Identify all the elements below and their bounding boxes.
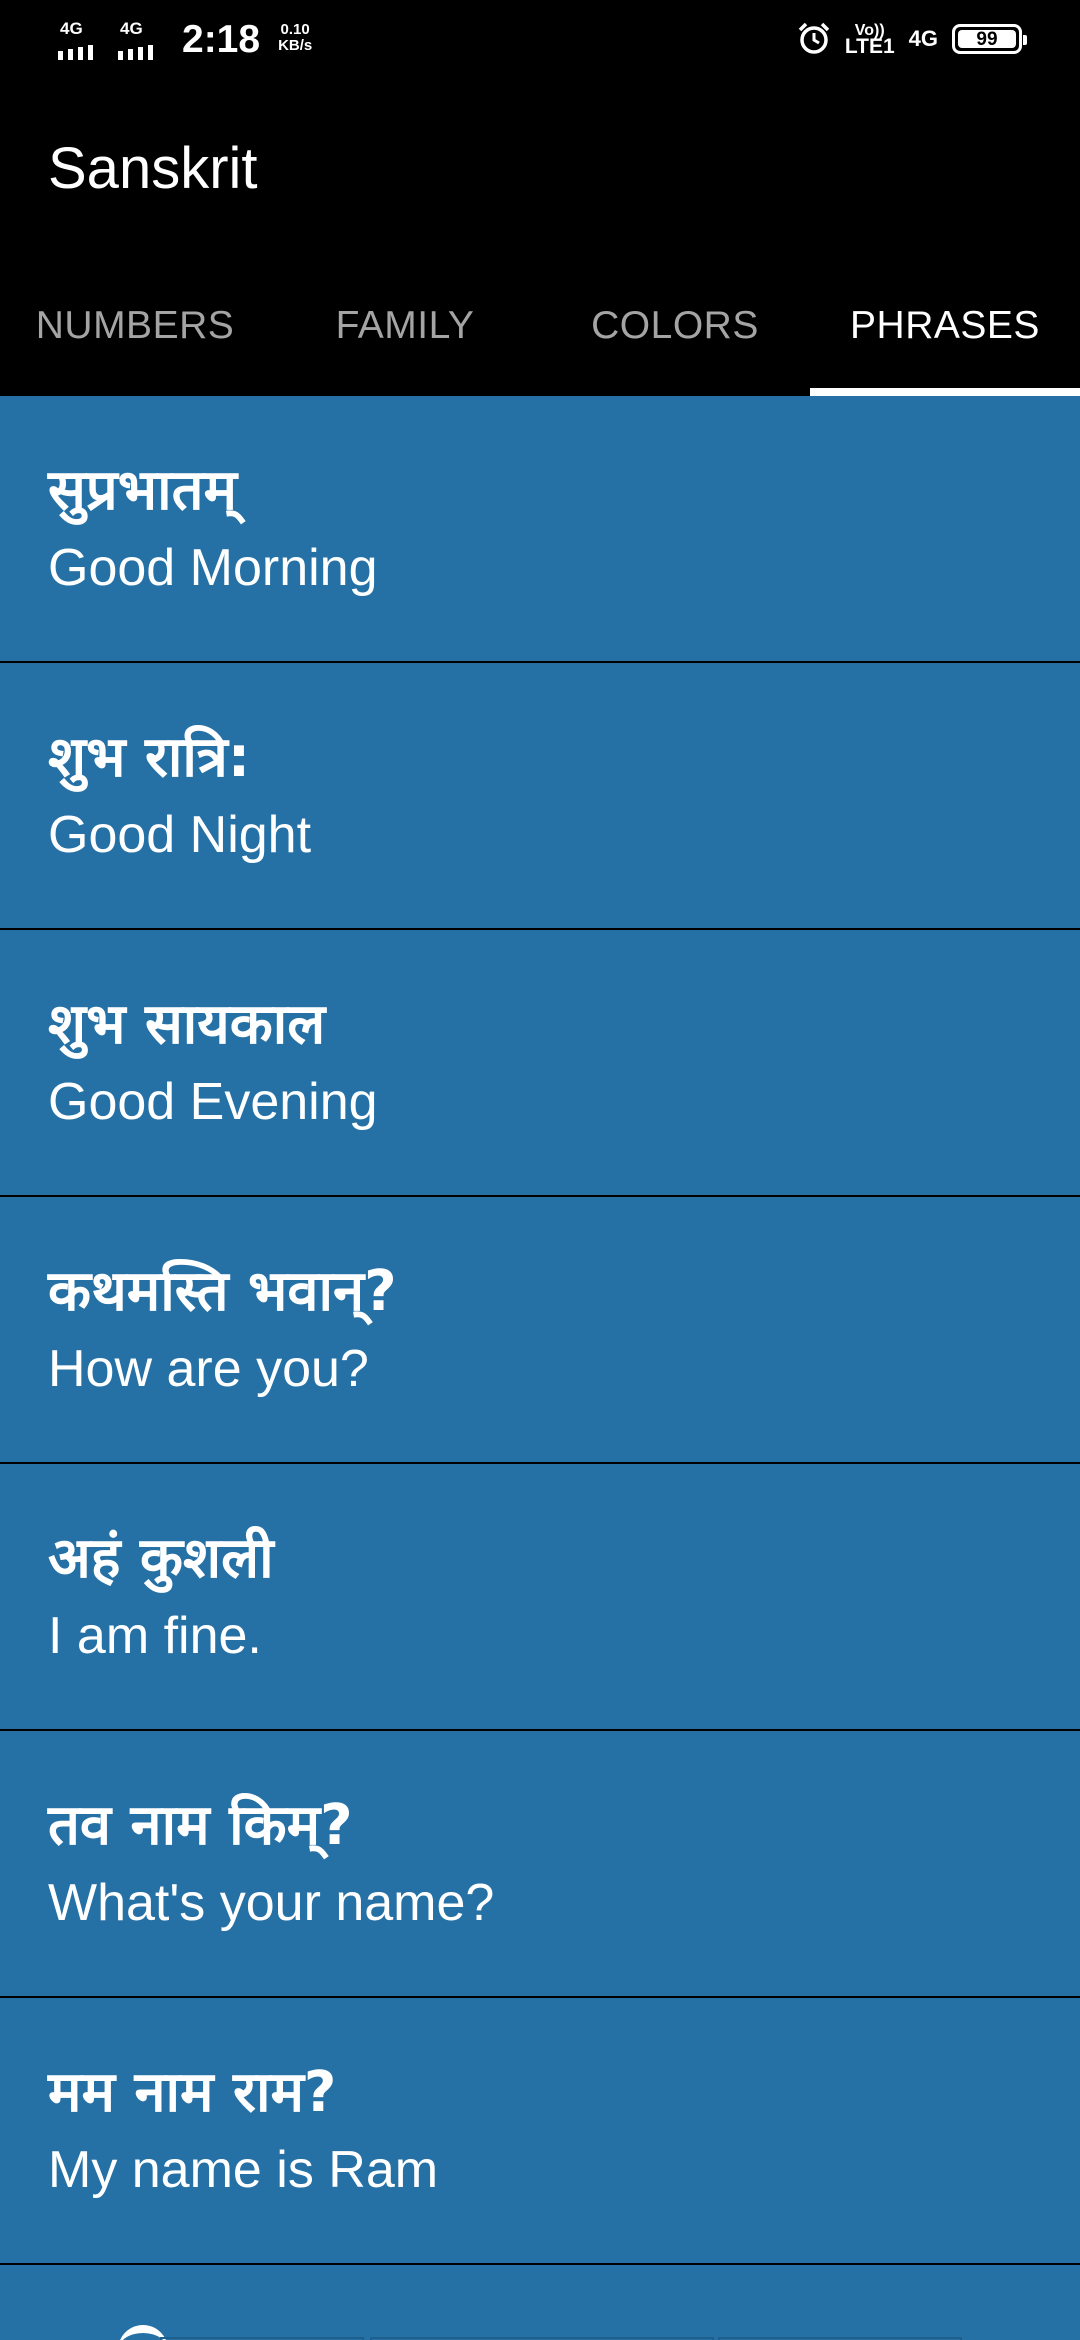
tab-colors[interactable]: COLORS <box>540 256 810 396</box>
sanskrit-text: सुप्रभातम् <box>48 458 237 523</box>
list-item[interactable]: शुभ सायकाल Good Evening <box>0 930 1080 1195</box>
english-text: Good Evening <box>48 1073 378 1131</box>
list-item[interactable]: शुभ रात्रि: Good Night <box>0 663 1080 928</box>
tab-label: NUMBERS <box>35 304 235 347</box>
list-item[interactable]: सुप्रभातम् Good Morning <box>0 396 1080 661</box>
volte-bottom-label: LTE1 <box>844 35 895 58</box>
battery-icon: 99 <box>952 24 1027 54</box>
english-text: Good Night <box>48 806 312 864</box>
status-bar-right: Vo)) LTE1 4G 99 <box>797 22 1027 58</box>
network-speed-unit: KB/s <box>278 37 313 54</box>
tab-phrases[interactable]: PHRASES <box>810 256 1080 396</box>
list-item[interactable]: मम नाम राम? My name is Ram <box>0 1998 1080 2263</box>
battery-level: 99 <box>976 28 998 50</box>
tab-numbers[interactable]: NUMBERS <box>0 256 270 396</box>
volte-indicator: Vo)) LTE1 <box>844 23 895 58</box>
status-time: 2:18 <box>182 18 261 61</box>
english-text: What's your name? <box>48 1874 495 1932</box>
status-bar: 4G 4G 2:18 0.10 KB/s Vo)) LTE1 4G 99 <box>0 0 1080 84</box>
tab-family[interactable]: FAMILY <box>270 256 540 396</box>
network-type-1: 4G <box>60 19 83 38</box>
network-speed-value: 0.10 <box>280 21 310 38</box>
tab-label: PHRASES <box>850 304 1040 347</box>
english-text: How are you? <box>48 1340 369 1398</box>
network-type-2: 4G <box>120 19 143 38</box>
tab-bar: NUMBERS FAMILY COLORS PHRASES <box>0 256 1080 396</box>
signal-icon: 4G <box>118 18 168 62</box>
list-item[interactable]: कथमस्ति भवान्? How are you? <box>0 1197 1080 1462</box>
alarm-icon <box>798 22 830 54</box>
english-text: Good Morning <box>48 539 378 597</box>
sanskrit-text: तव नाम किम्? <box>48 1793 353 1858</box>
app-title: Sanskrit <box>48 136 258 201</box>
sanskrit-text: शुभ रात्रि: <box>48 725 251 790</box>
app-bar: Sanskrit <box>0 84 1080 256</box>
list-item-partial[interactable] <box>0 2265 1080 2340</box>
sanskrit-text: शुभ सायकाल <box>48 992 326 1057</box>
english-text: I am fine. <box>48 1607 262 1665</box>
sanskrit-text: मम नाम राम? <box>48 2060 337 2125</box>
sanskrit-text: कथमस्ति भवान्? <box>48 1259 397 1324</box>
tab-label: FAMILY <box>335 304 475 347</box>
tab-label: COLORS <box>591 304 759 347</box>
signal-icon: 4G <box>58 18 108 62</box>
sanskrit-text: अहं कुशली <box>48 1526 274 1591</box>
english-text: My name is Ram <box>48 2141 439 2199</box>
phrase-list[interactable]: सुप्रभातम् Good Morning शुभ रात्रि: Good… <box>0 396 1080 2340</box>
network-speed: 0.10 KB/s <box>278 22 312 54</box>
status-bar-left: 4G 4G 2:18 0.10 KB/s <box>58 18 312 62</box>
tab-active-indicator <box>810 388 1080 396</box>
network-type-right: 4G <box>908 26 938 51</box>
list-item[interactable]: अहं कुशली I am fine. <box>0 1464 1080 1729</box>
list-item[interactable]: तव नाम किम्? What's your name? <box>0 1731 1080 1996</box>
